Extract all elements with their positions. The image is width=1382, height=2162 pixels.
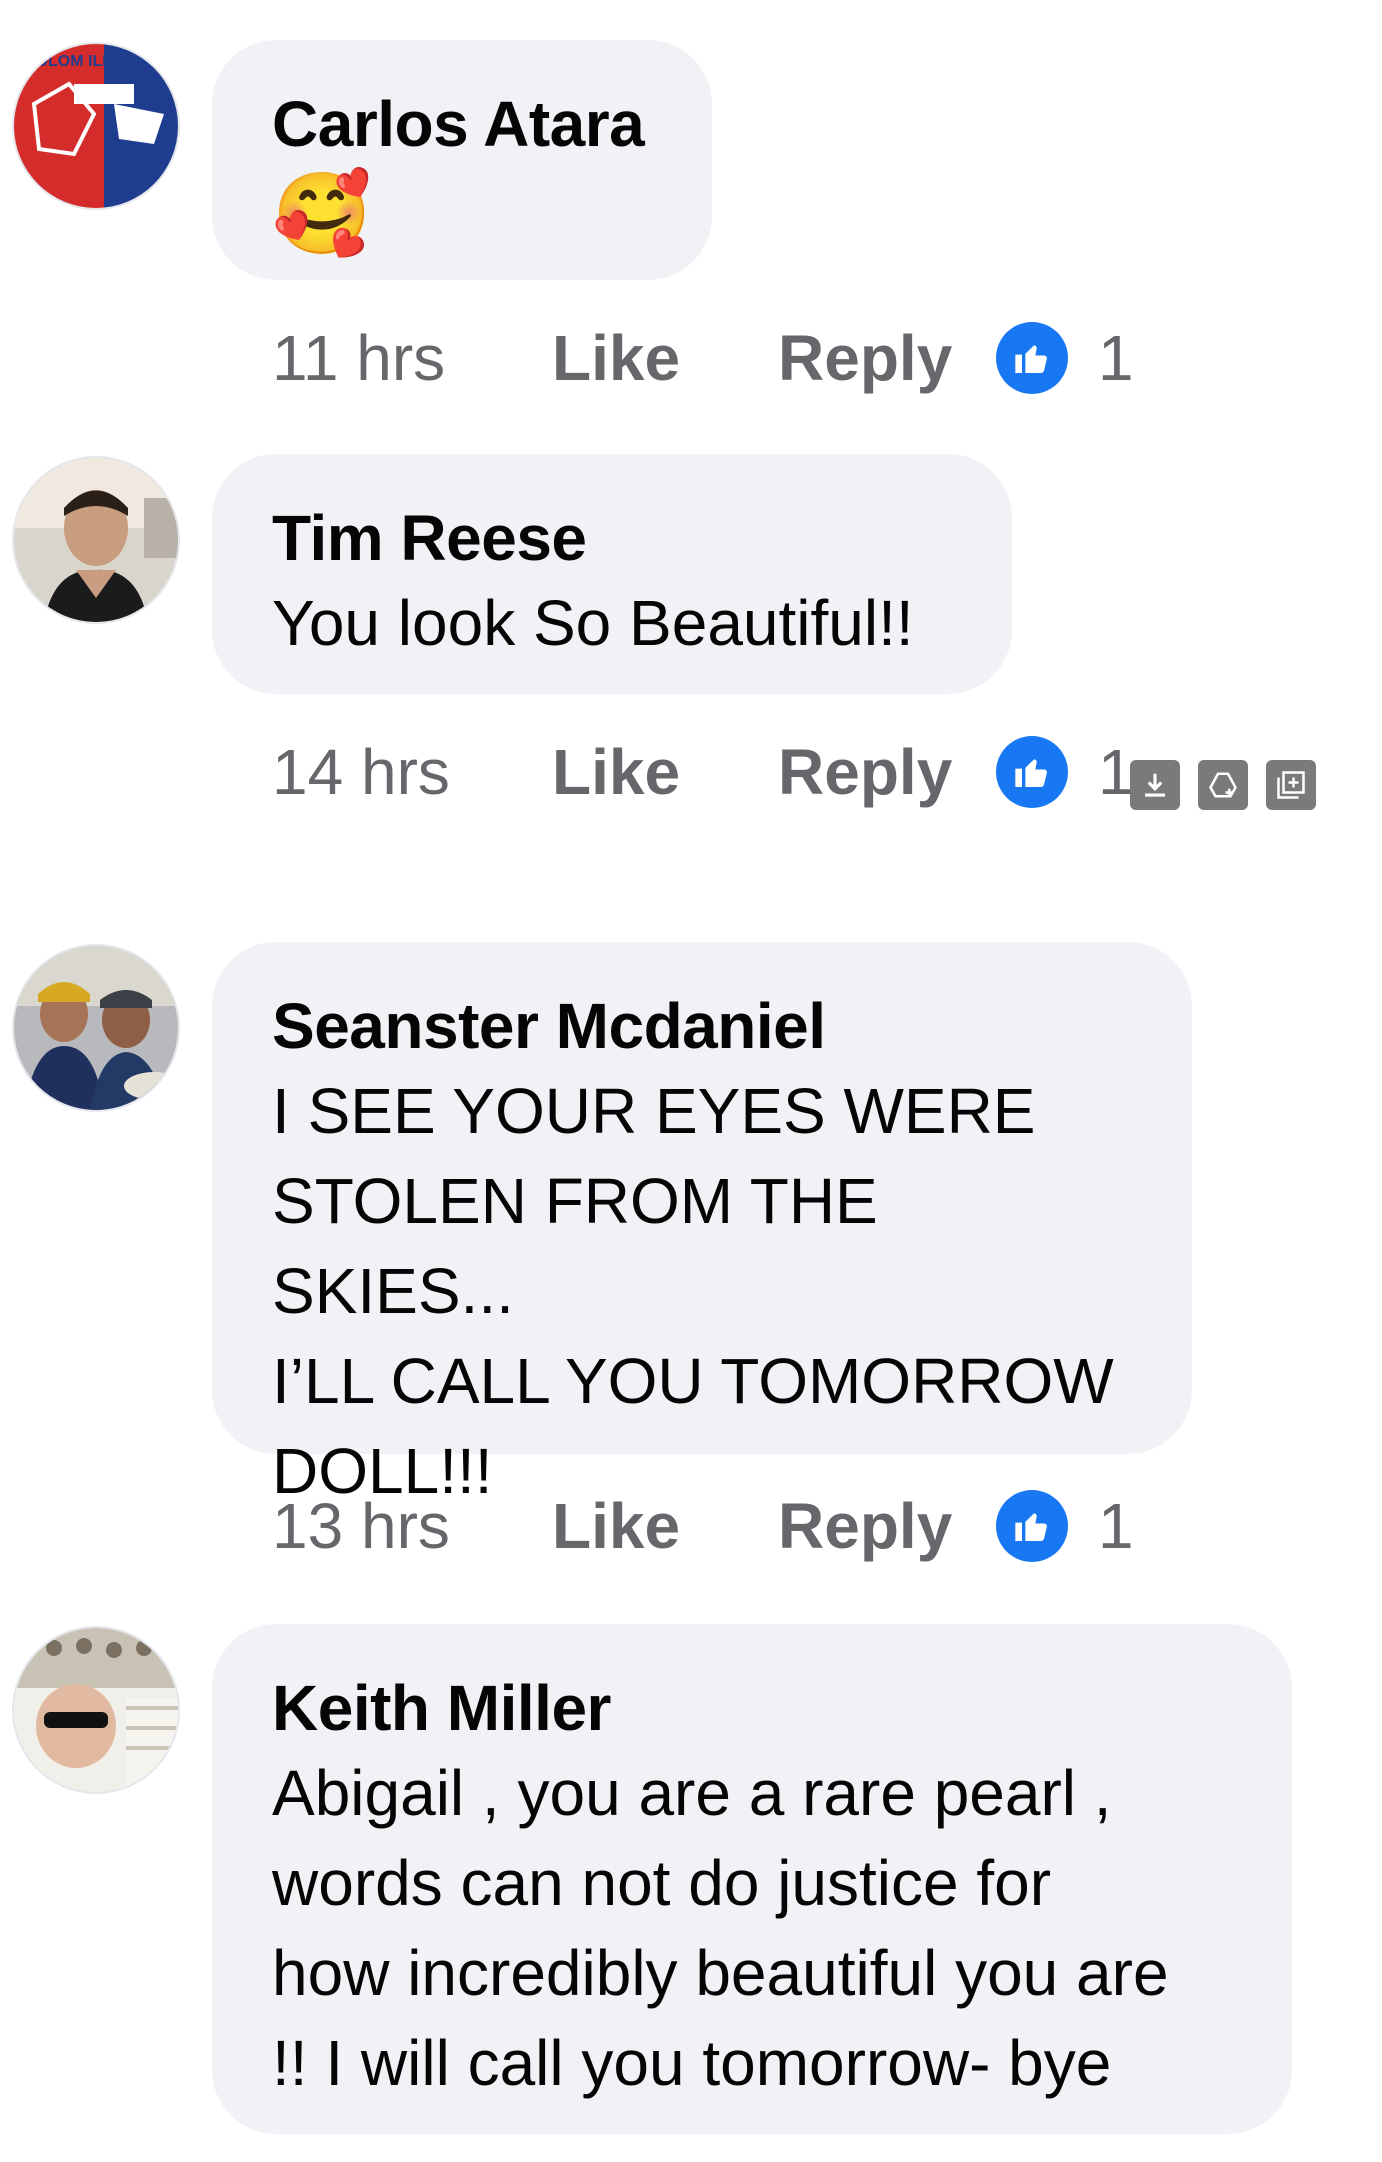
comment-timestamp[interactable]: 14 hrs [272, 735, 552, 809]
comment-actions: 11 hrs Like Reply 1 [272, 318, 1134, 398]
reaction-count[interactable]: 1 [1098, 321, 1134, 395]
comment-text: Abigail , you are a rare pearl , words c… [272, 1757, 1169, 2099]
reaction-count[interactable]: 1 [1098, 735, 1134, 809]
profile-photo [14, 458, 178, 622]
smiling-face-with-hearts-emoji: 🥰 [272, 169, 372, 258]
comment-text: You look So Beautiful!! [272, 587, 914, 659]
comment-author[interactable]: Keith Miller [272, 1668, 1228, 1748]
comment-actions: 13 hrs Like Reply 1 [272, 1486, 1134, 1566]
add-to-collection-icon[interactable] [1266, 760, 1316, 810]
comment-bubble: Tim Reese You look So Beautiful!! [212, 454, 1012, 694]
like-button[interactable]: Like [552, 321, 778, 395]
reply-button[interactable]: Reply [778, 735, 996, 809]
like-button[interactable]: Like [552, 735, 778, 809]
comment-bubble: Carlos Atara 🥰 [212, 40, 712, 280]
reaction-count[interactable]: 1 [1098, 1489, 1134, 1563]
like-button[interactable]: Like [552, 1489, 778, 1563]
comment-actions: 14 hrs Like Reply 1 [272, 732, 1134, 812]
profile-photo [14, 946, 178, 1110]
reply-button[interactable]: Reply [778, 1489, 996, 1563]
thumbs-up-icon[interactable] [996, 1490, 1068, 1562]
thumbs-up-icon[interactable] [996, 736, 1068, 808]
avatar[interactable] [14, 946, 178, 1110]
profile-photo [14, 1628, 178, 1792]
comment-author[interactable]: Carlos Atara [272, 84, 648, 164]
avatar[interactable] [14, 1628, 178, 1792]
comment-bubble: Keith Miller Abigail , you are a rare pe… [212, 1624, 1292, 2134]
thumbs-up-icon[interactable] [996, 322, 1068, 394]
comment-text: I SEE YOUR EYES WERE STOLEN FROM THE SKI… [272, 1075, 1114, 1507]
avatar-text: COLOM ILLA [24, 53, 124, 70]
reply-button[interactable]: Reply [778, 321, 996, 395]
avatar[interactable]: COLOM ILLA [14, 44, 178, 208]
drive-upload-icon[interactable] [1198, 760, 1248, 810]
comment-timestamp[interactable]: 11 hrs [272, 321, 552, 395]
comment-author[interactable]: Seanster Mcdaniel [272, 986, 1128, 1066]
avatar[interactable] [14, 458, 178, 622]
team-logo-avatar: COLOM ILLA [14, 44, 178, 208]
download-icon[interactable] [1130, 760, 1180, 810]
comment-timestamp[interactable]: 13 hrs [272, 1489, 552, 1563]
image-tool-overlay [1130, 760, 1316, 810]
comment-author[interactable]: Tim Reese [272, 498, 948, 578]
comment-bubble: Seanster Mcdaniel I SEE YOUR EYES WERE S… [212, 942, 1192, 1507]
